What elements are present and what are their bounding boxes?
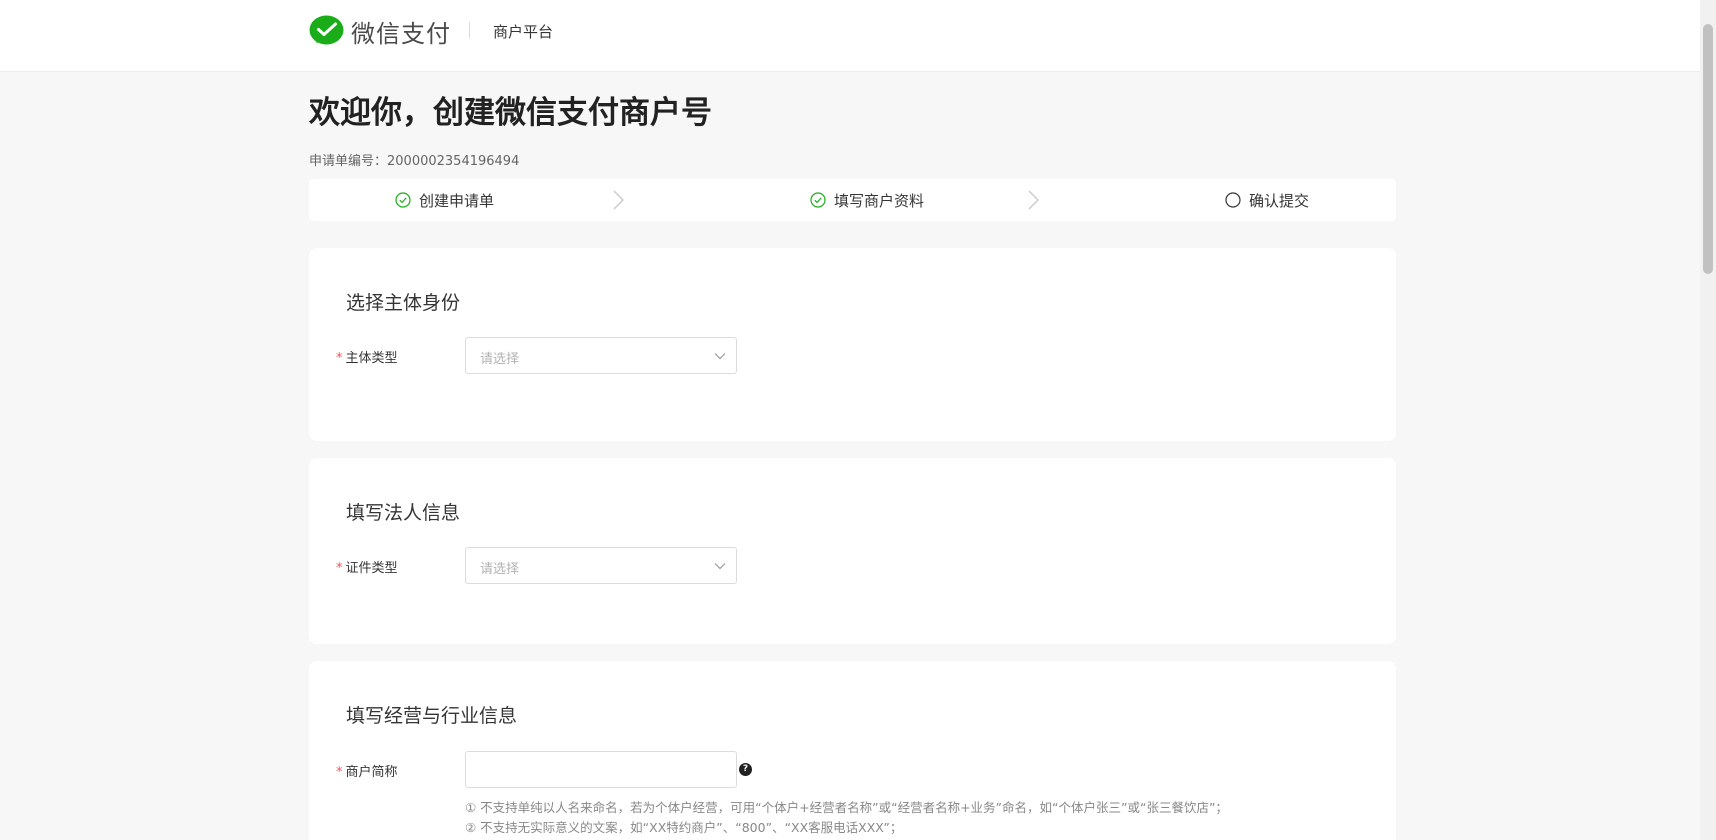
required-mark: * [336, 765, 343, 780]
id-type-label: * 证件类型 [336, 557, 398, 576]
header-divider [469, 22, 470, 38]
step-confirm-submit: 确认提交 [1225, 179, 1309, 221]
field-label-text: 主体类型 [345, 351, 398, 366]
hint-line: ① 不支持单纯以人名来命名，若为个体户经营，可用“个体户+经营者名称”或“经营者… [465, 800, 1228, 815]
entity-section-card: 选择主体身份 * 主体类型 请选择 [309, 248, 1396, 441]
select-placeholder: 请选择 [480, 352, 520, 367]
application-number-value: 2000002354196494 [387, 154, 520, 169]
section-title: 填写法人信息 [346, 502, 461, 524]
progress-steps: 创建申请单 填写商户资料 确认提交 [309, 179, 1396, 221]
field-label-text: 证件类型 [345, 561, 398, 576]
section-title: 选择主体身份 [346, 292, 461, 314]
field-label-text: 商户简称 [345, 765, 398, 780]
id-type-select[interactable]: 请选择 [465, 547, 737, 584]
required-mark: * [336, 561, 343, 576]
step-create-application: 创建申请单 [395, 179, 494, 221]
entity-type-select[interactable]: 请选择 [465, 337, 737, 374]
page-scrollbar[interactable] [1700, 0, 1716, 840]
question-circle-icon[interactable]: ? [739, 763, 752, 776]
required-mark: * [336, 351, 343, 366]
section-title: 填写经营与行业信息 [346, 705, 518, 727]
check-circle-icon [395, 192, 411, 208]
check-circle-icon [810, 192, 826, 208]
step-label: 确认提交 [1249, 191, 1310, 210]
brand-logo[interactable]: 微信支付 [309, 14, 451, 49]
chevron-right-icon [1028, 190, 1039, 210]
chevron-down-icon [714, 353, 726, 360]
brand-name: 微信支付 [351, 20, 451, 48]
entity-type-label: * 主体类型 [336, 347, 398, 366]
top-bar: 微信支付 商户平台 [0, 0, 1700, 72]
scrollbar-thumb[interactable] [1703, 24, 1713, 274]
chevron-right-icon [613, 190, 624, 210]
select-placeholder: 请选择 [480, 562, 520, 577]
wechat-pay-logo-icon [309, 15, 344, 44]
chevron-down-icon [714, 563, 726, 570]
page-title: 欢迎你，创建微信支付商户号 [309, 95, 712, 131]
legal-person-section-card: 填写法人信息 * 证件类型 请选择 [309, 458, 1396, 644]
merchant-short-name-label: * 商户简称 [336, 761, 398, 780]
application-number: 申请单编号：2000002354196494 [309, 150, 519, 169]
hint-line: ② 不支持无实际意义的文案，如“XX特约商户”、“800”、“XX客服电话XXX… [465, 820, 903, 835]
application-number-label: 申请单编号： [309, 154, 388, 169]
empty-circle-icon [1225, 192, 1241, 208]
business-section-card: 填写经营与行业信息 * 商户简称 ? ① 不支持单纯以人名来命名，若为个体户经营，… [309, 661, 1396, 840]
platform-label: 商户平台 [493, 23, 554, 41]
merchant-short-name-input[interactable] [465, 751, 737, 788]
step-label: 创建申请单 [419, 191, 495, 210]
step-label: 填写商户资料 [834, 191, 925, 210]
step-fill-merchant-info: 填写商户资料 [810, 179, 924, 221]
